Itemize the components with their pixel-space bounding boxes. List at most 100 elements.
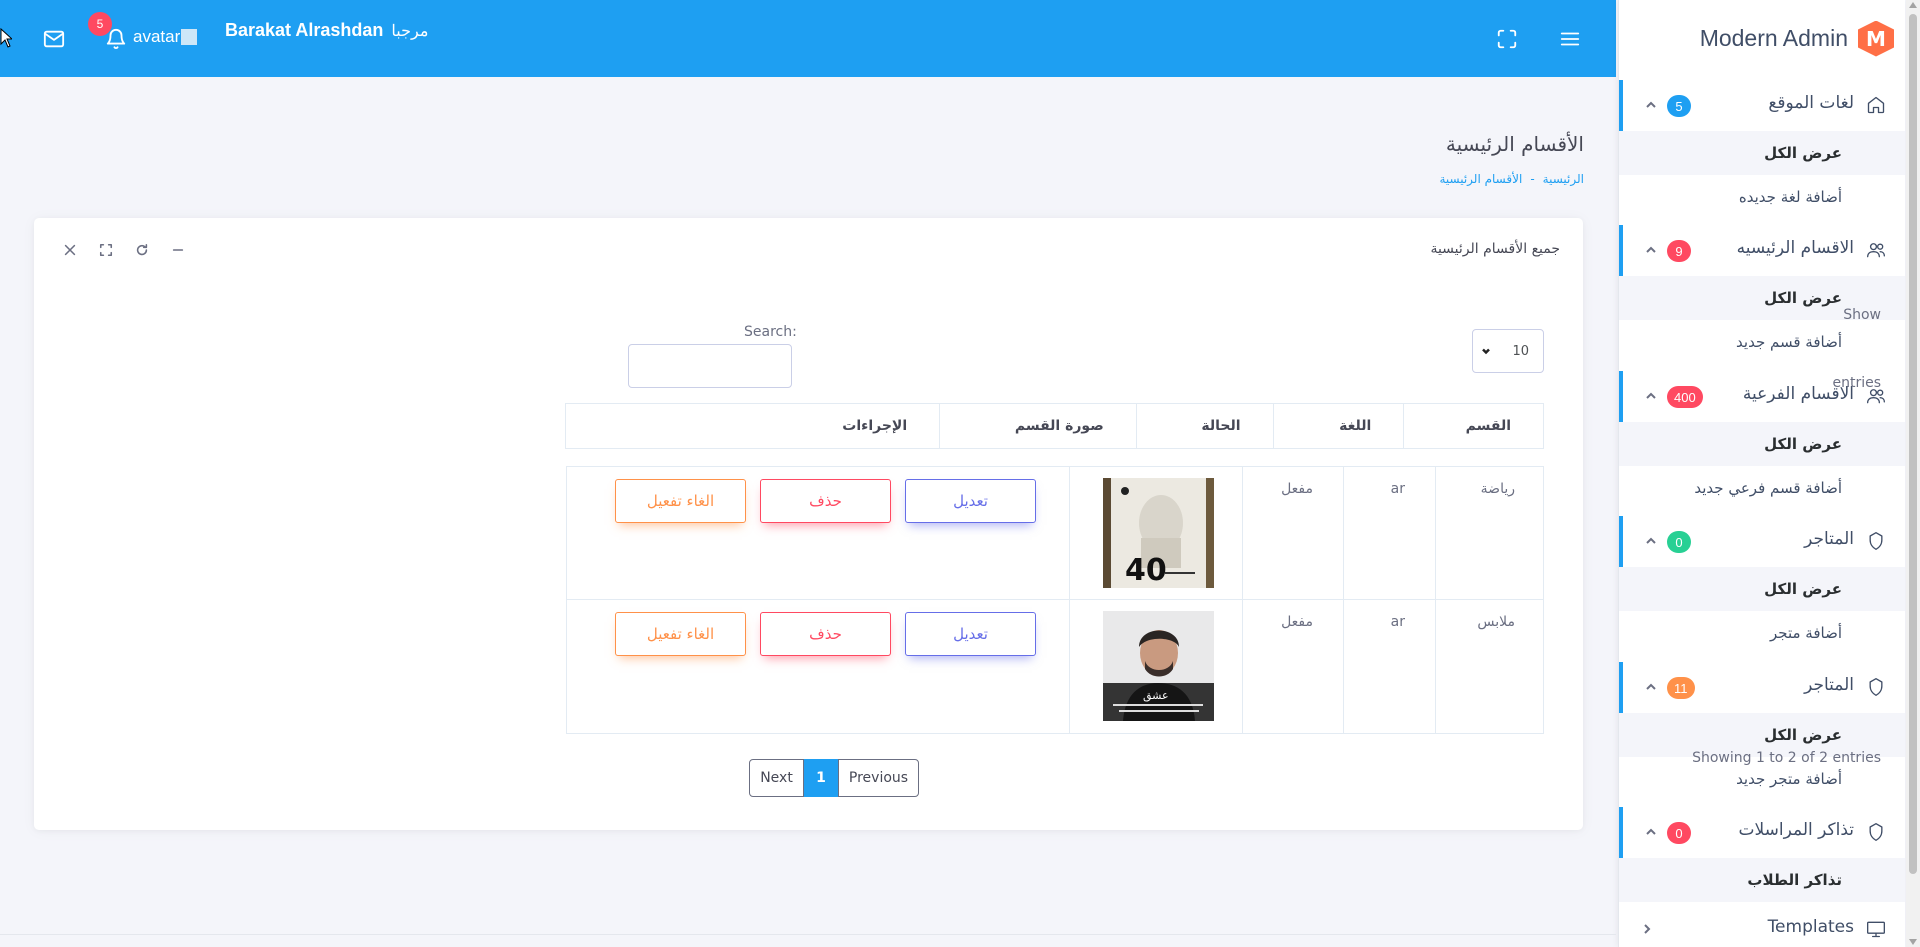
next-page-button[interactable]: Next — [749, 759, 804, 797]
reload-icon[interactable] — [134, 242, 150, 258]
brand-logo: M — [1858, 20, 1894, 57]
chevron-up-icon — [1645, 99, 1657, 111]
breadcrumb-current[interactable]: الأقسام الرئيسية — [1439, 172, 1522, 186]
sidebar-group-stores: 0 المتاجر عرض الكل أضافة متجر — [1619, 516, 1905, 655]
cell-category: ملابس — [1435, 600, 1545, 733]
sidebar-item-label: الاقسام الرئيسيه — [1736, 238, 1854, 258]
column-header-image[interactable]: صورة القسم — [939, 404, 1136, 448]
collapse-icon[interactable] — [170, 242, 186, 258]
submenu-item-add-language[interactable]: أضافة لغة جديده — [1619, 175, 1905, 219]
sidebar-item-stores[interactable]: 0 المتاجر — [1619, 516, 1905, 567]
submenu-item-add-store[interactable]: أضافة متجر — [1619, 611, 1905, 655]
mail-icon[interactable] — [40, 27, 68, 51]
deactivate-button[interactable]: الغاء تفعيل — [615, 479, 746, 523]
portrait-poster-image: عشق — [1103, 611, 1214, 721]
deactivate-button[interactable]: الغاء تفعيل — [615, 612, 746, 656]
column-header-language[interactable]: اللغة — [1272, 404, 1404, 448]
brand-name: Modern Admin — [1699, 25, 1848, 51]
sidebar-scrollbar[interactable] — [1906, 0, 1920, 947]
brand[interactable]: Modern Admin M — [1619, 0, 1905, 77]
sidebar-item-stores-2[interactable]: 11 المتاجر — [1619, 662, 1905, 713]
chevron-up-icon — [1645, 244, 1657, 256]
avatar-alt-text: avatar — [133, 27, 181, 46]
table-row: رياضة ar مفعل 40 تعديل حذف الغاء تفعيل — [567, 467, 1543, 600]
sidebar-item-templates[interactable]: Templates — [1619, 909, 1905, 947]
search-input[interactable] — [628, 344, 792, 388]
page-title: الأقسام الرئيسية — [1445, 132, 1584, 156]
book-cover-image: 40 — [1103, 478, 1214, 588]
table-header: القسم اللغة الحالة صورة القسم الإجراءات — [565, 403, 1544, 449]
scroll-up-arrow-icon[interactable] — [1909, 2, 1917, 8]
delete-button[interactable]: حذف — [760, 612, 891, 656]
breadcrumb: الأقسام الرئيسية - الرئيسية — [1439, 172, 1584, 186]
column-header-actions: الإجراءات — [842, 418, 908, 434]
page-length-value: 10 — [1512, 343, 1529, 359]
sidebar-group-stores-2: 11 المتاجر عرض الكل أضافة متجر جديد — [1619, 662, 1905, 801]
entries-label: entries — [1832, 375, 1881, 391]
scroll-down-arrow-icon[interactable] — [1909, 939, 1917, 945]
pagination: Next 1 Previous — [749, 759, 919, 797]
submenu-item-student-tickets[interactable]: تذاكر الطلاب — [1619, 858, 1905, 902]
page-length-select[interactable]: 10 — [1472, 329, 1544, 373]
badge-count: 9 — [1667, 240, 1691, 262]
sidebar-item-label: لغات الموقع — [1768, 93, 1854, 113]
sidebar-item-label: Templates — [1767, 917, 1854, 937]
chevron-up-icon — [1645, 390, 1657, 402]
svg-text:عشق: عشق — [1143, 689, 1169, 703]
sidebar-item-main-categories[interactable]: 9 الاقسام الرئيسيه — [1619, 225, 1905, 276]
previous-page-button[interactable]: Previous — [838, 759, 919, 797]
card-tools — [62, 242, 186, 258]
hamburger-menu-icon[interactable] — [1556, 26, 1584, 52]
mouse-cursor-icon — [0, 28, 12, 48]
chevron-up-icon — [1645, 681, 1657, 693]
sidebar-item-label: المتاجر — [1804, 675, 1854, 695]
table-info: Showing 1 to 2 of 2 entries — [1692, 750, 1881, 766]
chevron-right-icon — [1641, 923, 1653, 935]
breadcrumb-separator: - — [1530, 172, 1535, 186]
submenu-item-show-all[interactable]: عرض الكل — [1619, 567, 1905, 611]
submenu-item-show-all[interactable]: عرض الكل — [1619, 422, 1905, 466]
sidebar-item-label: تذاكر المراسلات — [1738, 820, 1854, 840]
table-body: رياضة ar مفعل 40 تعديل حذف الغاء تفعيل م… — [566, 466, 1544, 734]
broken-image-icon — [181, 29, 198, 45]
sidebar-group-main-categories: 9 الاقسام الرئيسيه عرض الكل أضافة قسم جد… — [1619, 225, 1905, 364]
column-header-category[interactable]: القسم — [1403, 404, 1543, 448]
chevron-up-icon — [1645, 826, 1657, 838]
cell-image: عشق — [1069, 600, 1242, 733]
sidebar-group-languages: 5 لغات الموقع عرض الكل أضافة لغة جديده — [1619, 80, 1905, 219]
page-number-button[interactable]: 1 — [804, 759, 838, 797]
user-menu[interactable]: Barakat Alrashdan مرجبا — [225, 20, 428, 41]
shield-icon — [1866, 531, 1888, 553]
fullscreen-icon[interactable] — [1494, 26, 1520, 52]
close-icon[interactable] — [62, 242, 78, 258]
edit-button[interactable]: تعديل — [905, 479, 1036, 523]
delete-button[interactable]: حذف — [760, 479, 891, 523]
avatar[interactable]: avatar — [133, 27, 198, 47]
sidebar-item-tickets[interactable]: 0 تذاكر المراسلات — [1619, 807, 1905, 858]
footer-divider — [0, 934, 1616, 935]
scrollbar-thumb[interactable] — [1909, 14, 1917, 874]
chevron-down-icon — [1482, 348, 1490, 355]
submenu-item-show-all[interactable]: عرض الكل — [1619, 131, 1905, 175]
home-icon — [1866, 95, 1888, 117]
expand-icon[interactable] — [98, 242, 114, 258]
sidebar-group-templates: Templates — [1619, 909, 1905, 947]
cell-actions: تعديل حذف الغاء تفعيل — [567, 600, 1069, 733]
edit-button[interactable]: تعديل — [905, 612, 1036, 656]
submenu-item-add-subcategory[interactable]: أضافة قسم فرعي جديد — [1619, 466, 1905, 510]
cell-status: مفعل — [1242, 600, 1343, 733]
shield-icon — [1866, 677, 1888, 699]
show-label: Show — [1843, 307, 1881, 323]
badge-count: 400 — [1667, 386, 1703, 408]
submenu-item-add-category[interactable]: أضافة قسم جديد — [1619, 320, 1905, 364]
monitor-icon — [1866, 919, 1888, 941]
breadcrumb-home[interactable]: الرئيسية — [1543, 172, 1584, 186]
sidebar-item-languages[interactable]: 5 لغات الموقع — [1619, 80, 1905, 131]
column-header-status[interactable]: الحالة — [1135, 404, 1273, 448]
chevron-up-icon — [1645, 535, 1657, 547]
badge-count: 0 — [1667, 822, 1691, 844]
badge-count: 0 — [1667, 531, 1691, 553]
sidebar-group-tickets: 0 تذاكر المراسلات تذاكر الطلاب — [1619, 807, 1905, 902]
main-sidebar: Modern Admin M 5 لغات الموقع عرض الكل أض… — [1618, 0, 1905, 947]
notifications-badge: 5 — [88, 12, 112, 36]
